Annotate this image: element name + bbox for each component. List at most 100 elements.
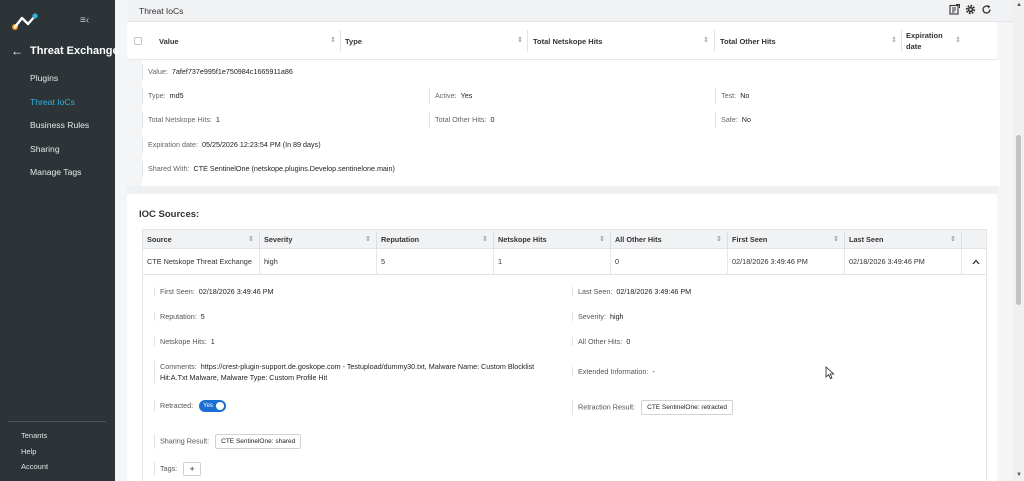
- toggle-knob: [216, 402, 225, 410]
- ioc-detail-panel: Value: 7afef737e995f1e750984c1665911a86 T…: [142, 60, 1000, 186]
- sort-netskope-icon[interactable]: ⇕: [703, 36, 709, 44]
- column-type[interactable]: Type: [345, 22, 362, 60]
- ioc-table-header: Value ⇕ Type ⇕ Total Netskope Hits ⇕ Tot…: [127, 22, 997, 60]
- cell-separator: [376, 249, 377, 275]
- source-retracted: Retracted: Yes: [154, 400, 227, 412]
- ioc-shared-with: Shared With: CTE SentinelOne (netskope.pl…: [142, 161, 395, 177]
- table-row[interactable]: CTE Netskope Threat Exchange high 5 1 0 …: [142, 249, 987, 275]
- select-all-checkbox[interactable]: [134, 37, 142, 45]
- source-first-seen: First Seen: 02/18/2026 3:49:46 PM: [154, 287, 274, 296]
- sort-other-icon[interactable]: ⇕: [891, 36, 897, 44]
- cell-first-seen: 02/18/2026 3:49:46 PM: [732, 257, 808, 266]
- cell-all-other-hits: 0: [615, 257, 620, 266]
- sidebar-item-help[interactable]: Help: [21, 447, 48, 463]
- sidebar: ≡‹ ← Threat Exchange Plugins Threat IoCs…: [0, 0, 119, 481]
- sort-first-seen-icon[interactable]: ⇕: [833, 230, 839, 250]
- column-separator: [714, 30, 715, 52]
- collapse-menu-icon[interactable]: ≡‹: [80, 16, 92, 26]
- sidebar-item-tenants[interactable]: Tenants: [21, 431, 48, 447]
- panel-header: Threat IoCs: [127, 0, 1024, 22]
- gear-icon[interactable]: [965, 4, 976, 15]
- netskope-logo-icon[interactable]: [11, 12, 39, 32]
- cell-separator: [259, 249, 260, 275]
- source-tags: Tags: +: [154, 462, 202, 476]
- sort-expiration-icon[interactable]: ⇕: [955, 36, 961, 44]
- source-retraction-result: Retraction Result: CTE SentinelOne: retr…: [572, 400, 733, 415]
- column-separator: [901, 30, 902, 52]
- column-value[interactable]: Value: [159, 22, 179, 60]
- cell-separator: [727, 249, 728, 275]
- export-icon[interactable]: [949, 4, 960, 15]
- back-arrow-icon[interactable]: ←: [11, 45, 23, 57]
- source-reputation: Reputation: 5: [154, 312, 205, 321]
- column-separator: [961, 232, 962, 248]
- sources-table-header: Source ⇕ Severity ⇕ Reputation ⇕ Netskop…: [142, 229, 987, 249]
- sort-last-seen-icon[interactable]: ⇕: [950, 230, 956, 250]
- column-source[interactable]: Source: [147, 230, 172, 250]
- panel-title: Threat IoCs: [139, 6, 184, 16]
- toolbar-icons: [949, 4, 992, 15]
- cell-separator: [493, 249, 494, 275]
- cell-separator: [844, 249, 845, 275]
- column-separator: [610, 232, 611, 248]
- column-severity[interactable]: Severity: [264, 230, 292, 250]
- source-sharing-result: Sharing Result: CTE SentinelOne: shared: [154, 434, 302, 449]
- module-title: Threat Exchange: [30, 45, 119, 57]
- sidebar-item-sharing[interactable]: Sharing: [30, 143, 89, 167]
- back-to-modules[interactable]: ← Threat Exchange: [11, 44, 119, 58]
- sort-netskope-hits-icon[interactable]: ⇕: [599, 230, 605, 250]
- main-content: Threat IoCs Value ⇕ Type ⇕ Total Netskop…: [115, 0, 1024, 481]
- column-total-netskope-hits[interactable]: Total Netskope Hits: [533, 22, 602, 60]
- sidebar-item-business-rules[interactable]: Business Rules: [30, 119, 89, 143]
- column-last-seen[interactable]: Last Seen: [849, 230, 883, 250]
- refresh-icon[interactable]: [981, 4, 992, 15]
- ioc-value: Value: 7afef737e995f1e750984c1665911a86: [142, 64, 293, 80]
- sort-other-hits-icon[interactable]: ⇕: [716, 230, 722, 250]
- sidebar-item-plugins[interactable]: Plugins: [30, 72, 89, 96]
- scroll-thumb[interactable]: [1016, 135, 1021, 305]
- sidebar-item-threat-iocs[interactable]: Threat IoCs: [30, 96, 89, 120]
- source-other-hits: All Other Hits: 0: [572, 337, 630, 346]
- column-separator: [727, 232, 728, 248]
- mouse-cursor-icon: [825, 366, 835, 380]
- cell-separator: [961, 249, 962, 275]
- source-comments: Comments: https://crest-plugin-support.de…: [154, 361, 539, 383]
- scroll-down-icon[interactable]: ▼: [1016, 472, 1022, 478]
- sharing-result-chip: CTE SentinelOne: shared: [215, 434, 302, 449]
- column-expiration-date[interactable]: Expiration date: [906, 22, 950, 60]
- chevron-up-icon[interactable]: [972, 258, 980, 266]
- source-last-seen: Last Seen: 02/18/2026 3:49:46 PM: [572, 287, 691, 296]
- sort-type-icon[interactable]: ⇕: [517, 36, 523, 44]
- retracted-toggle[interactable]: Yes: [199, 400, 227, 412]
- ioc-sources-title: IOC Sources:: [139, 209, 200, 220]
- ioc-expiration-date: Expiration date: 05/25/2026 12:23:54 PM (…: [142, 137, 321, 153]
- ioc-test: Test: No: [715, 88, 749, 104]
- column-reputation[interactable]: Reputation: [381, 230, 419, 250]
- column-all-other-hits[interactable]: All Other Hits: [615, 230, 662, 250]
- cell-netskope-hits: 1: [498, 257, 503, 266]
- sidebar-item-manage-tags[interactable]: Manage Tags: [30, 166, 89, 190]
- column-total-other-hits[interactable]: Total Other Hits: [720, 22, 776, 60]
- scroll-up-icon[interactable]: ▲: [1016, 2, 1022, 8]
- column-separator: [259, 232, 260, 248]
- ioc-type: Type: md5: [142, 88, 184, 104]
- ioc-safe: Safe: No: [715, 112, 751, 128]
- source-detail-panel: First Seen: 02/18/2026 3:49:46 PM Last Se…: [142, 275, 987, 481]
- sidebar-item-account[interactable]: Account: [21, 462, 48, 478]
- section-divider: [127, 186, 997, 194]
- sidebar-nav: Plugins Threat IoCs Business Rules Shari…: [30, 72, 89, 190]
- sort-source-icon[interactable]: ⇕: [248, 230, 254, 250]
- add-tag-button[interactable]: +: [183, 462, 202, 476]
- source-severity: Severity: high: [572, 312, 624, 321]
- cell-source: CTE Netskope Threat Exchange: [147, 257, 252, 266]
- source-netskope-hits: Netskope Hits: 1: [154, 337, 215, 346]
- sort-reputation-icon[interactable]: ⇕: [482, 230, 488, 250]
- column-netskope-hits[interactable]: Netskope Hits: [498, 230, 547, 250]
- cell-severity: high: [264, 257, 278, 266]
- column-separator: [376, 232, 377, 248]
- column-first-seen[interactable]: First Seen: [732, 230, 767, 250]
- sort-severity-icon[interactable]: ⇕: [365, 230, 371, 250]
- cell-last-seen: 02/18/2026 3:49:46 PM: [849, 257, 925, 266]
- page-scrollbar[interactable]: ▲ ▼: [1013, 0, 1024, 481]
- sort-value-icon[interactable]: ⇕: [330, 36, 336, 44]
